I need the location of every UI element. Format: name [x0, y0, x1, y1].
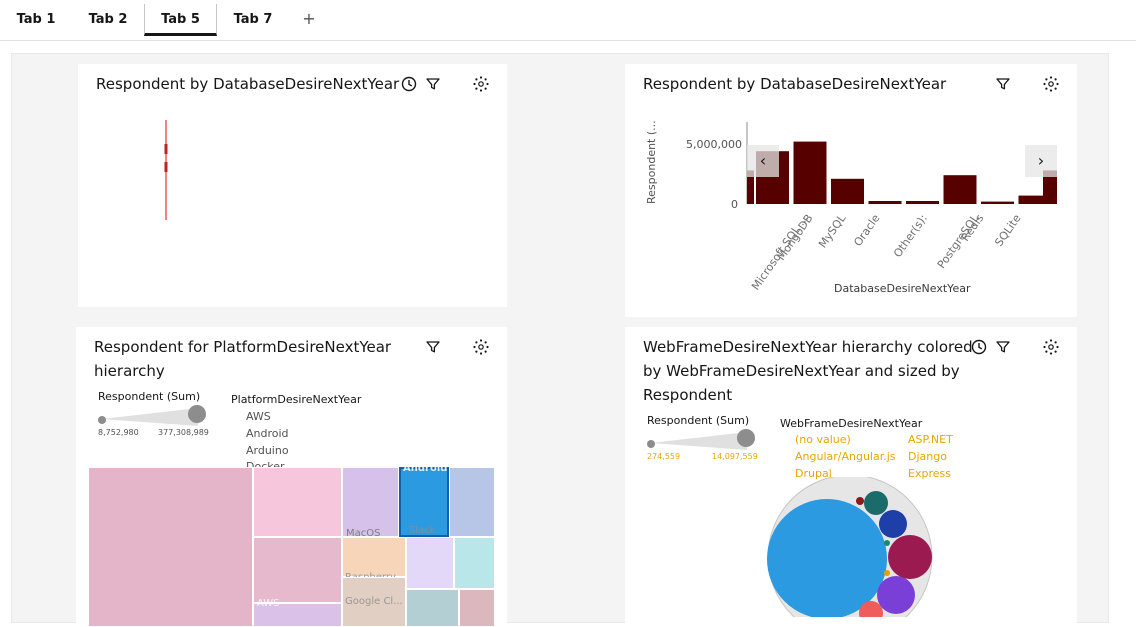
bar [943, 175, 977, 204]
treemap-cell[interactable] [406, 589, 459, 627]
treemap-cell[interactable] [253, 537, 342, 603]
treemap-label: Android [403, 463, 448, 474]
legend-item[interactable]: Android [246, 427, 289, 440]
legend-item[interactable]: Django [908, 450, 947, 463]
bar [793, 141, 827, 204]
bubble[interactable] [856, 497, 864, 505]
x-axis-label: DatabaseDesireNextYear [834, 282, 971, 295]
add-tab-button[interactable]: + [298, 6, 320, 32]
treemap-cell[interactable]: Google Cl... [342, 577, 406, 627]
treemap-cell[interactable] [449, 467, 495, 537]
bubble[interactable] [884, 540, 890, 546]
settings-icon[interactable] [472, 338, 490, 356]
card-title-line2: by WebFrameDesireNextYear and sized by [643, 362, 960, 380]
bubble[interactable] [884, 570, 890, 576]
legend-item[interactable]: Arduino [246, 444, 289, 457]
size-legend-wedge [98, 405, 206, 426]
size-legend-min: 274,559 [647, 452, 681, 461]
treemap-cell[interactable]: Raspberry Pi [342, 537, 406, 594]
treemap-cell[interactable] [253, 467, 342, 537]
size-legend-label: Respondent (Sum) [647, 414, 750, 427]
line-chart-plot [164, 120, 168, 220]
bar [906, 201, 939, 204]
color-legend-title: PlatformDesireNextYear [231, 393, 362, 406]
chart-next-button[interactable]: › [1025, 145, 1057, 177]
card-database-line[interactable]: Respondent by DatabaseDesireNextYear [78, 64, 507, 307]
bubble[interactable] [877, 576, 915, 614]
bubble[interactable] [888, 535, 932, 579]
filter-icon[interactable] [424, 75, 442, 93]
card-title-line1: Respondent for PlatformDesireNextYear [94, 338, 392, 356]
bubble[interactable] [879, 510, 907, 538]
chart-prev-button[interactable]: ‹ [747, 145, 779, 177]
tab-2[interactable]: Tab 2 [76, 4, 140, 36]
bubble[interactable] [864, 491, 888, 515]
treemap-cell[interactable] [459, 589, 495, 627]
legend-item[interactable]: ASP.NET [908, 433, 953, 446]
card-title-line3: Respondent [643, 386, 733, 404]
tab-5[interactable]: Tab 5 [144, 4, 217, 36]
treemap-label: Slack [409, 525, 436, 536]
size-legend-max: 377,308,989 [158, 428, 209, 437]
treemap-cell[interactable] [454, 537, 495, 589]
treemap-cell[interactable]: MacOS [342, 467, 399, 539]
treemap-label: Google Cl... [345, 596, 403, 607]
card-platform-treemap[interactable]: Respondent for PlatformDesireNextYear hi… [76, 327, 507, 627]
card-database-bar[interactable]: Respondent by DatabaseDesireNextYear Res… [625, 64, 1077, 317]
size-legend-max: 14,097,559 [712, 452, 758, 461]
treemap-cell-android[interactable]: Android Slack [399, 463, 449, 537]
bar [831, 178, 864, 204]
tab-7[interactable]: Tab 7 [222, 4, 284, 36]
treemap: AWS MacOS Android Slack Raspberry Pi Goo… [88, 463, 495, 627]
size-legend-min: 8,752,980 [98, 428, 139, 437]
bar [868, 201, 902, 204]
treemap-cell[interactable] [88, 467, 253, 627]
treemap-cell[interactable] [406, 537, 454, 589]
legend-item[interactable]: (no value) [795, 433, 851, 446]
size-legend-label: Respondent (Sum) [98, 390, 201, 403]
color-legend-title: WebFrameDesireNextYear [780, 417, 923, 430]
settings-icon[interactable] [472, 75, 490, 93]
size-legend-wedge [647, 429, 755, 450]
bubble-chart [767, 477, 933, 617]
card-title: Respondent by DatabaseDesireNextYear [96, 75, 400, 93]
bar [981, 201, 1014, 204]
treemap-cell[interactable]: AWS [253, 598, 342, 627]
bubble[interactable] [767, 499, 887, 617]
tab-1[interactable]: Tab 1 [6, 4, 66, 36]
clock-icon[interactable] [400, 75, 418, 93]
legend-item[interactable]: Angular/Angular.js [795, 450, 896, 463]
tab-bar: Tab 1 Tab 2 Tab 5 Tab 7 + [0, 0, 1136, 41]
filter-icon[interactable] [424, 338, 442, 356]
bar-chart-plot [746, 122, 1057, 204]
legend-item[interactable]: AWS [246, 410, 271, 423]
card-title-line1: WebFrameDesireNextYear hierarchy colored [643, 338, 973, 356]
treemap-label: AWS [257, 598, 280, 609]
filter-icon[interactable] [994, 338, 1012, 356]
card-title-line2: hierarchy [94, 362, 165, 380]
card-webframe-bubbles[interactable]: WebFrameDesireNextYear hierarchy colored… [625, 327, 1077, 627]
settings-icon[interactable] [1042, 338, 1060, 356]
clock-icon[interactable] [970, 338, 988, 356]
